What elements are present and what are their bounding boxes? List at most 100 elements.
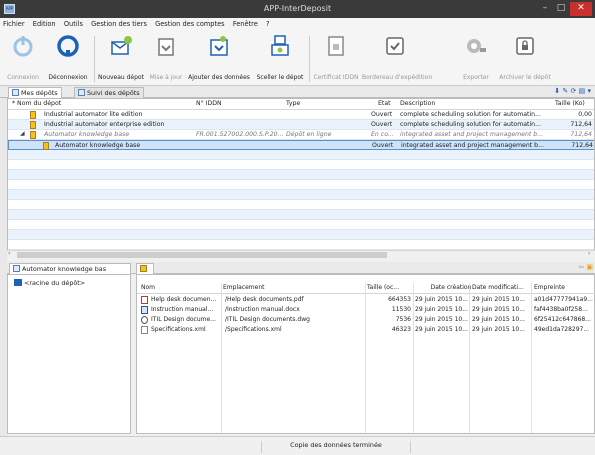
deposit-icon xyxy=(30,121,36,129)
archiver-button[interactable]: Archiver le dépôt xyxy=(494,32,556,84)
close-button[interactable]: ✕ xyxy=(570,2,592,16)
folder-icon xyxy=(140,265,147,272)
table-header: * Nom du dépot N° IDDN Type Etat Descrip… xyxy=(8,99,594,110)
new-folder-icon[interactable]: ▣ xyxy=(586,263,593,271)
list-icon xyxy=(12,89,19,96)
nouveau-depot-button[interactable]: Nouveau dépot xyxy=(96,32,146,84)
col-empreinte[interactable]: Empreinte xyxy=(534,283,594,293)
tab-mes-depots[interactable]: Mes dépôts xyxy=(8,87,62,98)
table-row[interactable]: Industrial automator enterprise edition … xyxy=(8,120,594,130)
home-icon xyxy=(14,279,22,286)
deposit-tree: <racine du dépôt> xyxy=(7,274,131,434)
minimize-button[interactable]: – xyxy=(538,2,552,16)
export-list-icon[interactable]: ▤ xyxy=(579,87,586,95)
tab-deposit-tree[interactable]: Automator knowledge bas xyxy=(9,263,131,274)
tab-path[interactable]: / xyxy=(136,263,154,281)
maximize-button[interactable]: □ xyxy=(554,2,568,16)
deposit-tabs: Mes dépôts Suivi des dépôts ⬇ ✎ ⟳ ▤ ▾ xyxy=(0,86,595,98)
col-type[interactable]: Type xyxy=(286,99,366,109)
shipping-slip-icon xyxy=(386,37,404,55)
help-icon xyxy=(141,316,148,324)
menu-help[interactable]: ? xyxy=(263,18,273,30)
menu-outils[interactable]: Outils xyxy=(61,18,86,30)
col-nom[interactable]: * Nom du dépot xyxy=(12,99,198,109)
scroll-right-icon[interactable]: › xyxy=(588,250,590,257)
toolbar: Connexion Déconnexion Nouveau dépot Mise… xyxy=(0,30,595,86)
file-row[interactable]: Help desk documen... /Help desk document… xyxy=(137,295,595,305)
mise-a-jour-button[interactable]: Mise à jour xyxy=(147,32,185,84)
col-emplacement[interactable]: Emplacement xyxy=(223,283,363,293)
exporter-button[interactable]: Exporter xyxy=(461,32,491,84)
file-row[interactable]: Specifications.xml /Specifications.xml 4… xyxy=(137,325,595,335)
add-data-icon xyxy=(210,36,228,56)
update-icon xyxy=(158,38,174,56)
tree-icon xyxy=(13,265,20,272)
bordereau-button[interactable]: Bordereau d'expédition xyxy=(362,32,432,84)
connexion-button[interactable]: Connexion xyxy=(2,32,44,84)
col-date-modification[interactable]: Date modificati... xyxy=(472,283,532,293)
toolbar-separator xyxy=(309,36,310,82)
word-icon xyxy=(141,306,148,314)
menu-edition[interactable]: Edition xyxy=(30,18,59,30)
certificate-icon xyxy=(328,36,344,56)
file-row[interactable]: ITIL Design docume... /ITIL Design docum… xyxy=(137,315,595,325)
deposit-icon xyxy=(30,131,36,139)
expand-toggle[interactable]: ◢ xyxy=(20,130,25,137)
export-icon xyxy=(467,39,486,53)
menu-gestion-tiers[interactable]: Gestion des tiers xyxy=(88,18,150,30)
certificat-button[interactable]: Certificat IDDN xyxy=(311,32,361,84)
left-edge xyxy=(0,98,7,436)
status-message: Copie des données terminée xyxy=(261,441,411,453)
empty-row xyxy=(8,240,594,250)
table-row-selected[interactable]: Automator knowledge base Ouvert integrat… xyxy=(8,140,594,150)
menu-fichier[interactable]: Fichier xyxy=(0,18,28,30)
empty-row xyxy=(8,180,594,190)
empty-row xyxy=(8,190,594,200)
deposits-table: * Nom du dépot N° IDDN Type Etat Descrip… xyxy=(7,98,595,258)
empty-row xyxy=(8,200,594,210)
scroll-thumb[interactable] xyxy=(17,252,387,258)
deposit-icon xyxy=(43,142,49,150)
lower-tab-tools: ⇦ ▣ xyxy=(578,263,593,271)
tab-tools: ⬇ ✎ ⟳ ▤ ▾ xyxy=(554,87,591,95)
empty-row xyxy=(8,150,594,160)
horizontal-scrollbar[interactable]: ‹ › xyxy=(7,250,595,258)
file-row[interactable]: Instruction manual... /Instruction manua… xyxy=(137,305,595,315)
empty-row xyxy=(8,170,594,180)
power-icon xyxy=(13,36,33,57)
status-bar: Copie des données terminée xyxy=(0,436,595,455)
col-date-creation[interactable]: Date création xyxy=(423,283,479,293)
empty-row xyxy=(8,210,594,220)
new-deposit-icon xyxy=(111,36,132,55)
files-table: Nom Emplacement Taille (oc... Date créat… xyxy=(136,274,595,434)
edit-icon[interactable]: ✎ xyxy=(562,87,568,95)
scroll-left-icon[interactable]: ‹ xyxy=(8,250,10,257)
empty-row xyxy=(8,160,594,170)
deposit-icon xyxy=(30,111,36,119)
col-taille-octets[interactable]: Taille (oc... xyxy=(367,283,411,293)
col-iddn[interactable]: N° IDDN xyxy=(196,99,286,109)
col-description[interactable]: Description xyxy=(400,99,550,109)
tab-suivi-depots[interactable]: Suivi des dépôts xyxy=(74,87,144,98)
title-bar: APP APP-InterDeposit – □ ✕ xyxy=(0,0,595,18)
col-taille[interactable]: Taille (Ko) xyxy=(555,99,593,109)
menu-gestion-comptes[interactable]: Gestion des comptes xyxy=(152,18,227,30)
deconnexion-button[interactable]: Déconnexion xyxy=(45,32,91,84)
col-file-nom[interactable]: Nom xyxy=(141,283,217,293)
empty-row xyxy=(8,230,594,240)
file-icon xyxy=(141,326,148,334)
table-row[interactable]: ◢ Automator knowledge base FR.001.527002… xyxy=(8,130,594,140)
lower-tabs: Automator knowledge bas / ⇦ ▣ xyxy=(7,262,595,281)
disconnect-icon xyxy=(57,35,79,57)
sceller-depot-button[interactable]: Sceller le dépot xyxy=(253,32,307,84)
chevron-down-icon[interactable]: ▾ xyxy=(587,87,591,95)
ajouter-donnees-button[interactable]: Ajouter des données xyxy=(186,32,252,84)
table-row[interactable]: Industrial automator lite edition Ouvert… xyxy=(8,110,594,120)
archive-lock-icon xyxy=(516,37,534,55)
tracking-icon xyxy=(78,89,85,96)
tree-root-node[interactable]: <racine du dépôt> xyxy=(14,279,85,287)
menu-fenetre[interactable]: Fenêtre xyxy=(230,18,261,30)
refresh-icon[interactable]: ⟳ xyxy=(571,87,577,95)
back-icon[interactable]: ⇦ xyxy=(578,263,584,271)
download-icon[interactable]: ⬇ xyxy=(554,87,560,95)
